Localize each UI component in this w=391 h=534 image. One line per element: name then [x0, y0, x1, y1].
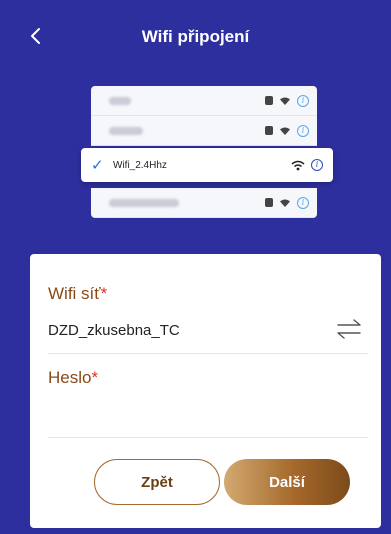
page-title: Wifi připojení	[141, 27, 250, 46]
blurred-network-row: i	[91, 188, 317, 218]
blurred-network-name	[109, 126, 143, 135]
info-icon: i	[297, 124, 309, 137]
lock-icon	[265, 198, 273, 207]
blurred-network-name	[109, 198, 179, 207]
checkmark-icon: ✓	[91, 157, 104, 174]
required-marker: *	[100, 284, 108, 303]
wifi-field-label: Wifi síť*	[48, 284, 107, 304]
swap-arrows-icon[interactable]	[335, 318, 363, 340]
password-input[interactable]	[48, 398, 368, 432]
wifi-icon	[291, 160, 305, 170]
divider	[48, 437, 368, 438]
blurred-network-row: i	[91, 86, 317, 116]
password-label-text: Heslo	[48, 368, 92, 387]
info-icon: i	[297, 196, 309, 209]
wifi-label-text: Wifi síť	[48, 284, 101, 303]
blurred-network-name	[109, 96, 131, 105]
lock-icon	[265, 96, 273, 105]
header: Wifi připojení	[0, 0, 391, 80]
back-button[interactable]: Zpět	[94, 459, 220, 505]
info-icon: i	[297, 94, 309, 107]
wifi-network-value[interactable]: DZD_zkusebna_TC	[48, 322, 180, 339]
lock-icon	[265, 126, 273, 135]
wifi-icon	[280, 97, 290, 105]
selected-network-row: ✓ Wifi_2.4Hhz i	[81, 148, 333, 182]
blurred-network-row: i	[91, 116, 317, 146]
divider	[48, 353, 368, 354]
wifi-icon	[280, 199, 290, 207]
selected-network-name: Wifi_2.4Hhz	[113, 159, 167, 171]
password-field-label: Heslo*	[48, 368, 98, 388]
wifi-form-card: Wifi síť* DZD_zkusebna_TC Heslo* Zpět Da…	[30, 254, 381, 528]
wifi-list-illustration: i i i ✓ Wifi_2.4Hhz i	[81, 86, 333, 218]
info-icon: i	[311, 159, 323, 171]
required-marker: *	[91, 368, 99, 387]
wifi-icon	[280, 127, 290, 135]
next-button[interactable]: Další	[224, 459, 350, 505]
